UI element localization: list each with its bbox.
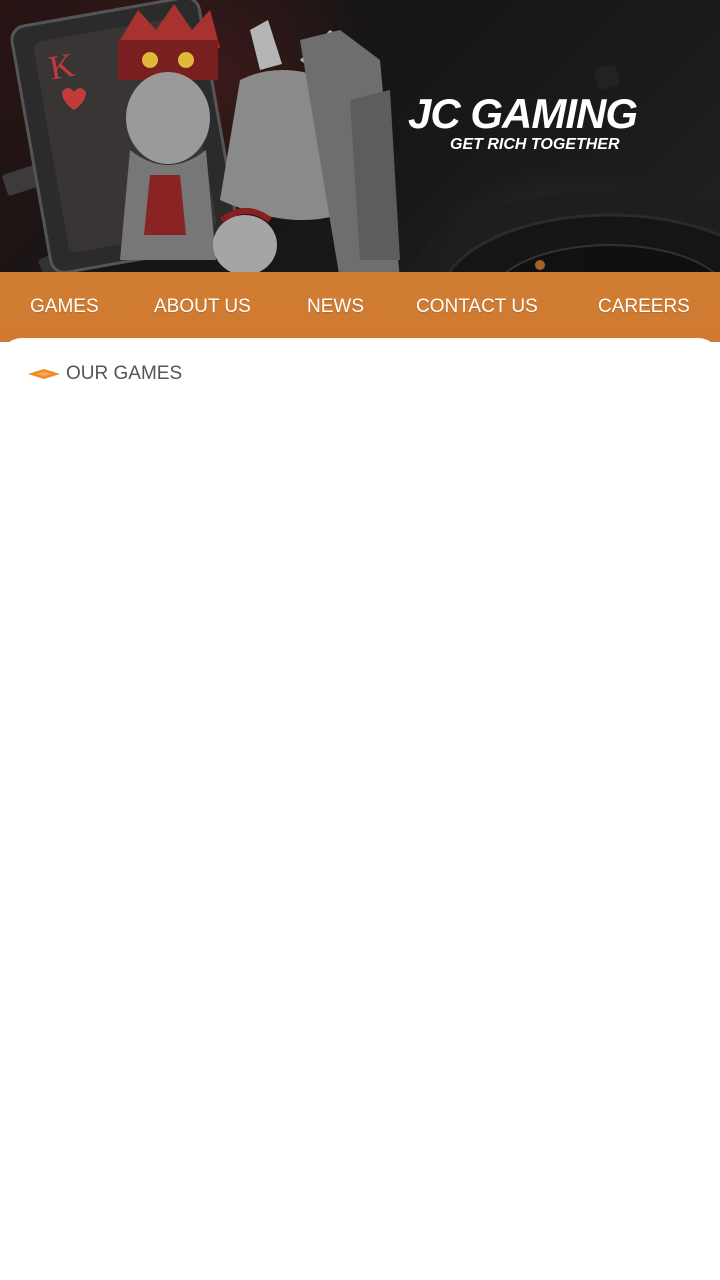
nav-item-careers[interactable]: CAREERS [598,272,690,342]
brand-logo: JC GAMING GET RICH TOGETHER [408,92,678,154]
section-header: OUR GAMES [28,362,182,386]
nav-item-about-us[interactable]: ABOUT US [154,272,251,342]
orange-diamond-icon [28,369,60,379]
section-title: OUR GAMES [66,363,183,384]
dice [594,64,620,90]
content-panel: OUR GAMES [0,338,720,1280]
nav-item-contact-us[interactable]: CONTACT US [416,272,538,342]
main-nav: GAMES ABOUT US NEWS CONTACT US CAREERS [0,272,720,342]
nav-item-games[interactable]: GAMES [30,272,99,342]
queen-figure [213,20,400,280]
nav-item-news[interactable]: NEWS [307,272,364,342]
king-figure [118,4,220,260]
brand-title: JC GAMING [408,90,638,137]
page: K JC GAMING GET RICH TOGETHER GAMES ABOU… [0,0,720,1280]
brand-tagline: GET RICH TOGETHER [450,136,620,153]
